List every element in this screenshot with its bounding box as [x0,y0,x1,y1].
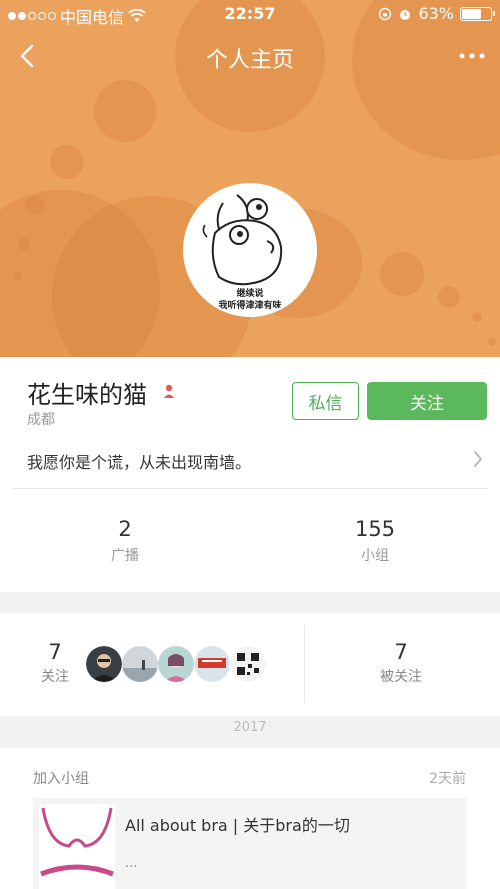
gender-female-icon [164,384,174,398]
timeline-item: 加入小组 2天前 All about bra | 关于bra的一切 ... [0,748,500,889]
more-icon [459,53,485,59]
following-avatar-4 [194,646,230,682]
stat-groups[interactable]: 155 小组 [315,517,435,565]
chevron-right-icon [474,451,483,467]
battery-percent: 63% [418,4,454,23]
profile-banner: 中国电信 22:57 63% 个人主页 继续说 我听得津津有味 [0,0,500,357]
stat-label: 广播 [111,548,139,564]
following-avatars[interactable] [86,646,266,682]
group-card[interactable]: All about bra | 关于bra的一切 ... [33,798,467,889]
following-avatar-1 [86,646,122,682]
avatar[interactable]: 继续说 我听得津津有味 [183,183,317,317]
group-thumbnail [39,804,115,889]
following-avatar-2 [122,646,158,682]
stat-number: 155 [354,517,396,541]
stat-label: 小组 [361,548,389,564]
user-bio[interactable]: 我愿你是个谎，从未出现南墙。 [27,449,487,472]
status-bar: 中国电信 22:57 63% [0,0,500,28]
group-title: All about bra | 关于bra的一切 [125,816,350,835]
followers-count[interactable]: 7 被关注 [371,640,431,686]
activity-time: 2天前 [429,771,466,787]
following-label: 关注 [41,669,69,685]
profile-card: 花生味的猫 成都 私信 关注 我愿你是个谎，从未出现南墙。 2 广播 155 小… [0,357,500,592]
follow-card: 7 关注 7 被关注 [0,613,500,716]
battery-level [462,8,481,19]
following-avatar-3 [158,646,194,682]
user-name: 花生味的猫 [27,381,147,409]
avatar-caption-line1: 继续说 [236,287,263,299]
following-count[interactable]: 7 关注 [25,640,85,686]
divider [12,488,488,489]
activity-type: 加入小组 [33,771,89,787]
group-description: ... [125,856,138,871]
alarm-icon [400,9,411,20]
battery-icon [460,6,495,21]
stat-broadcasts[interactable]: 2 广播 [65,517,185,565]
cartoon-rabbit-avatar: 继续说 我听得津津有味 [202,194,283,311]
followers-number: 7 [394,640,408,664]
following-avatar-5 [230,646,266,682]
rotation-lock-icon [379,7,392,20]
timeline-year: 2017 [233,720,267,735]
user-city: 成都 [27,412,55,428]
page-title: 个人主页 [205,48,294,73]
more-button[interactable] [458,40,486,72]
status-right: 63% [378,4,495,23]
vertical-divider [304,625,305,703]
followers-label: 被关注 [380,669,422,685]
nav-bar: 个人主页 [0,32,500,80]
message-button[interactable]: 私信 [292,382,359,420]
stat-number: 2 [118,517,132,541]
follow-button[interactable]: 关注 [367,382,487,420]
following-number: 7 [48,640,62,664]
avatar-caption-line2: 我听得津津有味 [218,299,281,311]
